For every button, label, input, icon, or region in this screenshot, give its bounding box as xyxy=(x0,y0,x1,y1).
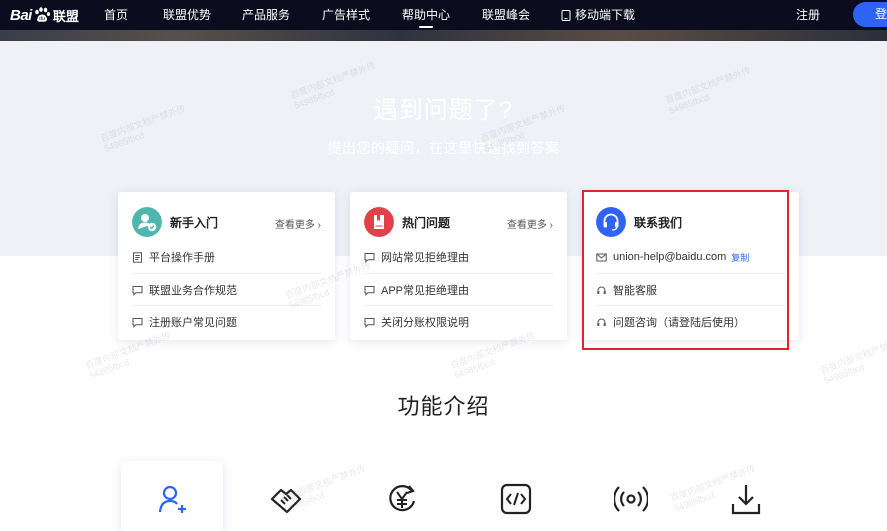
chat-icon xyxy=(364,285,375,296)
nav-products[interactable]: 产品服务 xyxy=(242,0,290,30)
highlight-box xyxy=(582,190,789,350)
watermark: 百度内部文档严禁外传 54985fbcd xyxy=(818,335,887,386)
chat-icon xyxy=(364,252,375,263)
features-title: 功能介绍 xyxy=(397,394,490,419)
newbie-user-icon xyxy=(132,207,162,237)
code-icon[interactable] xyxy=(499,482,533,516)
logo-text: Bai xyxy=(10,6,32,24)
nav-help-center[interactable]: 帮助中心 xyxy=(402,0,450,30)
newbie-card-title: 新手入门 xyxy=(170,216,219,230)
chat-icon xyxy=(364,317,375,328)
hot-more-link[interactable]: 查看更多 › xyxy=(507,216,553,231)
hot-row-app-label: APP常见拒绝理由 xyxy=(381,285,470,297)
add-user-icon[interactable] xyxy=(155,482,189,516)
download-icon[interactable] xyxy=(729,482,763,516)
hot-row-split-label: 关闭分账权限说明 xyxy=(381,317,469,329)
hot-book-icon xyxy=(364,207,394,237)
hot-card-header: 热门问题 查看更多 › xyxy=(364,207,553,237)
handshake-icon[interactable] xyxy=(269,482,303,516)
broadcast-icon[interactable] xyxy=(614,482,648,516)
nav-home[interactable]: 首页 xyxy=(104,0,128,30)
nav-advantages[interactable]: 联盟优势 xyxy=(163,0,211,30)
nav-ad-styles[interactable]: 广告样式 xyxy=(322,0,370,30)
hot-row-split[interactable]: 关闭分账权限说明 xyxy=(364,305,553,338)
chat-icon xyxy=(132,317,143,328)
newbie-more-label: 查看更多 xyxy=(274,220,315,231)
chevron-right-icon: › xyxy=(317,220,321,231)
newbie-card-header: 新手入门 查看更多 › xyxy=(132,207,321,237)
newbie-row-register-label: 注册账户常见问题 xyxy=(149,317,237,329)
hot-row-app[interactable]: APP常见拒绝理由 xyxy=(364,273,553,306)
newbie-row-register[interactable]: 注册账户常见问题 xyxy=(132,305,321,338)
newbie-row-manual[interactable]: 平台操作手册 xyxy=(132,241,321,273)
hot-row-website[interactable]: 网站常见拒绝理由 xyxy=(364,241,553,273)
yen-cycle-icon[interactable] xyxy=(385,482,419,516)
svg-text:du: du xyxy=(39,16,45,22)
chevron-right-icon: › xyxy=(549,220,553,231)
banner-image-strip xyxy=(0,30,887,41)
register-link[interactable]: 注册 xyxy=(796,0,820,30)
top-nav: Bai du 联盟 首页 联盟优势 产品服务 广告样式 帮助中心 联盟峰会 移动… xyxy=(0,0,887,30)
document-icon xyxy=(133,251,142,263)
mobile-phone-icon xyxy=(561,9,571,21)
newbie-row-norms-label: 联盟业务合作规范 xyxy=(149,285,237,297)
newbie-row-manual-label: 平台操作手册 xyxy=(149,252,215,264)
hero-title: 遇到问题了? xyxy=(373,97,514,124)
hot-more-label: 查看更多 xyxy=(506,220,547,231)
hero-subtitle: 提出您的疑问，在这里快速找到答案 xyxy=(327,140,560,156)
login-button[interactable]: 登 xyxy=(853,2,887,27)
nav-summit[interactable]: 联盟峰会 xyxy=(482,0,530,30)
nav-mobile-download-label: 移动端下载 xyxy=(575,8,636,22)
chat-icon xyxy=(132,285,143,296)
nav-mobile-download[interactable]: 移动端下载 xyxy=(561,0,635,30)
logo-suffix: 联盟 xyxy=(52,8,79,24)
newbie-row-norms[interactable]: 联盟业务合作规范 xyxy=(132,273,321,306)
newbie-card: 新手入门 查看更多 › 平台操作手册 联盟业务合作规范 注册账户常见问题 xyxy=(118,192,335,340)
paw-icon: du xyxy=(35,7,50,22)
hot-card-title: 热门问题 xyxy=(402,216,451,230)
hot-row-website-label: 网站常见拒绝理由 xyxy=(381,252,469,264)
hot-questions-card: 热门问题 查看更多 › 网站常见拒绝理由 APP常见拒绝理由 关闭分账权限说明 xyxy=(350,192,567,340)
newbie-more-link[interactable]: 查看更多 › xyxy=(275,216,321,231)
baidu-union-logo[interactable]: Bai du 联盟 xyxy=(10,4,79,26)
